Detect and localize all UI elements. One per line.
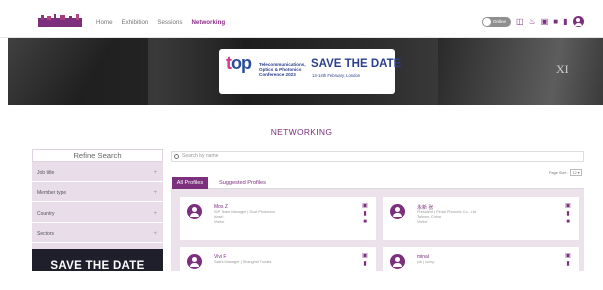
nav-exhibition[interactable]: Exhibition: [122, 19, 149, 26]
nav-sessions[interactable]: Sessions: [157, 19, 182, 26]
profile-role: Visitor: [417, 220, 428, 224]
video-icon[interactable]: ■: [362, 218, 368, 226]
banner-date: 13-14th February, London: [312, 73, 361, 78]
profile-card[interactable]: 永新 张 President | Pedal Photonic Co., Ltd…: [383, 197, 579, 240]
calendar-icon[interactable]: ▣: [565, 202, 571, 210]
chat-icon[interactable]: ▮: [362, 260, 368, 268]
site-logo[interactable]: [38, 14, 82, 27]
calendar-icon[interactable]: ▣: [565, 252, 571, 260]
avatar-icon: [390, 204, 405, 219]
conference-name: Telecommunications, Optics & Photonics C…: [259, 62, 306, 78]
chat-icon[interactable]: ▮: [565, 260, 571, 268]
plus-icon: +: [153, 231, 157, 237]
profile-grid: Mos Z SIP Team Manager | Dust Photonics …: [171, 189, 584, 290]
search-placeholder: Search by name: [182, 153, 219, 159]
calendar-icon[interactable]: ▣: [362, 202, 368, 210]
profile-card[interactable]: minal job | comp ▣ ▮: [383, 247, 579, 290]
profile-title: job | comp: [417, 260, 435, 264]
profile-card[interactable]: Mos Z SIP Team Manager | Dust Photonics …: [180, 197, 376, 240]
profile-location: Israel: [214, 215, 224, 219]
profile-title: SIP Team Manager | Dust Photonics: [214, 210, 275, 214]
avatar-icon: [390, 254, 405, 269]
event-banner[interactable]: top Telecommunications, Optics & Photoni…: [8, 38, 603, 105]
refine-search-panel: Refine Search Job title + Member type + Co…: [32, 149, 163, 272]
save-the-date-promo[interactable]: SAVE THE DATE: [32, 249, 163, 272]
chat-icon[interactable]: ▮: [362, 210, 368, 218]
profile-title: Sales Manager | Shanghai Tunafa: [214, 260, 272, 264]
profile-role: Visitor: [214, 220, 225, 224]
calendar-icon[interactable]: ▣: [541, 17, 549, 27]
page-title: NETWORKING: [270, 127, 333, 137]
main-nav: Home Exhibition Sessions Networking: [96, 19, 225, 26]
video-icon[interactable]: ■: [553, 17, 558, 27]
user-avatar-icon[interactable]: [572, 16, 584, 27]
banner-card: top Telecommunications, Optics & Photoni…: [219, 49, 401, 94]
search-icon: [174, 154, 179, 159]
top-bar: Home Exhibition Sessions Networking Onli…: [0, 0, 603, 38]
video-icon[interactable]: ■: [565, 218, 571, 226]
filter-job-title[interactable]: Job title +: [32, 164, 163, 182]
plus-icon: +: [153, 211, 157, 217]
nav-networking[interactable]: Networking: [191, 19, 225, 26]
book-icon[interactable]: ◫: [516, 17, 524, 27]
plus-icon: +: [153, 170, 157, 176]
chat-icon[interactable]: ▮: [565, 210, 571, 218]
calendar-icon[interactable]: ▣: [362, 252, 368, 260]
page-size: Page Size : 12 ▾: [549, 169, 582, 176]
tab-suggested-profiles[interactable]: Suggested Profiles: [215, 177, 270, 189]
toggle-label: Online: [493, 18, 507, 24]
toggle-knob: [483, 17, 491, 26]
avatar-icon: [187, 204, 202, 219]
header-tools: Online ◫ ♨ ▣ ■ ▮: [482, 16, 584, 27]
banner-headline: SAVE THE DATE: [311, 58, 402, 70]
nav-home[interactable]: Home: [96, 19, 113, 26]
avatar-icon: [187, 254, 202, 269]
filter-sectors[interactable]: Sectors +: [32, 225, 163, 243]
page-size-select[interactable]: 12 ▾: [570, 169, 582, 176]
profile-title: President | Pedal Photonic Co., Ltd: [417, 210, 477, 214]
plus-icon: +: [153, 190, 157, 196]
refine-search-heading: Refine Search: [32, 149, 163, 162]
chat-icon[interactable]: ▮: [563, 17, 567, 27]
profile-tabs: All Profiles Suggested Profiles: [171, 177, 584, 189]
profile-card[interactable]: Vivi F Sales Manager | Shanghai Tunafa ▣…: [180, 247, 376, 290]
tab-all-profiles[interactable]: All Profiles: [172, 177, 208, 189]
bell-icon[interactable]: ♨: [529, 17, 536, 27]
filter-country[interactable]: Country +: [32, 205, 163, 223]
profile-location: Taiwan, China: [417, 215, 441, 219]
filter-member-type[interactable]: Member type +: [32, 184, 163, 202]
search-input[interactable]: Search by name: [171, 151, 584, 162]
online-toggle[interactable]: Online: [482, 16, 511, 27]
top-logo: top: [226, 53, 252, 73]
banner-right-mark: XI: [556, 62, 569, 76]
